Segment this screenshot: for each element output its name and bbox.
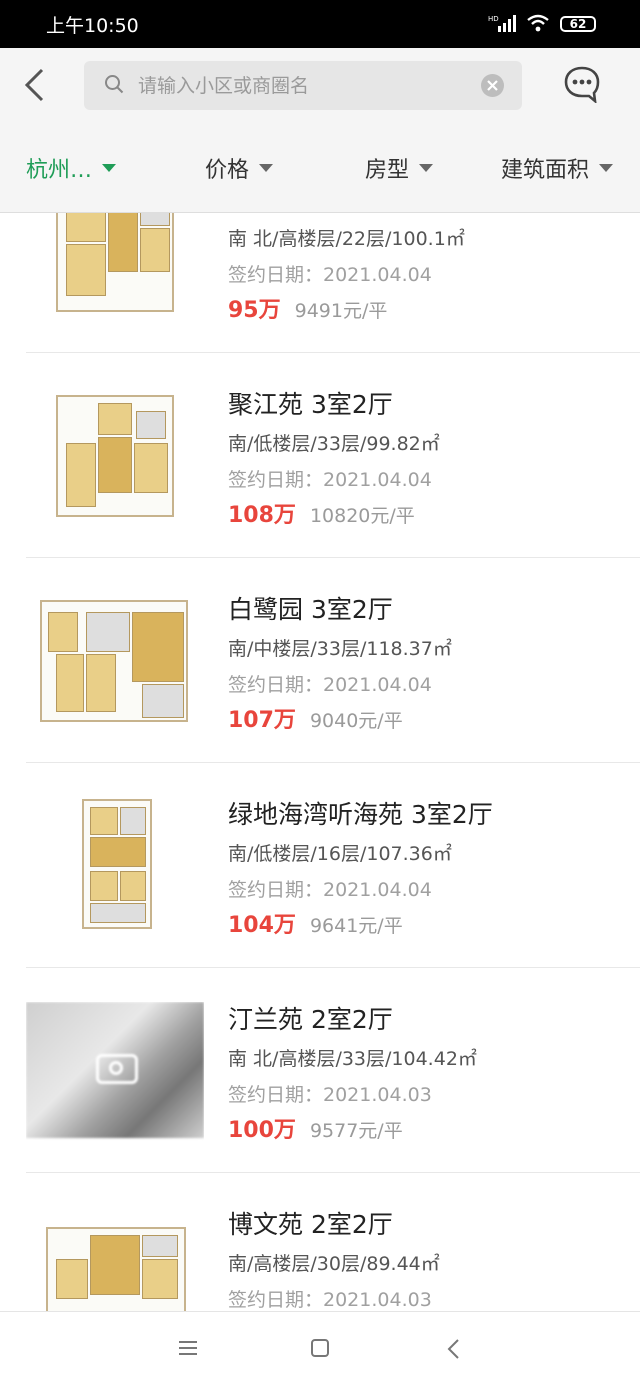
camera-icon [96,1054,138,1084]
caret-down-icon [599,164,614,172]
listing-date: 签约日期：2021.04.04 [228,469,432,491]
listing-info: 南 北/高楼层/22层/100.1㎡ [228,228,465,250]
listing-info: 南/低楼层/16层/107.36㎡ [228,843,452,865]
floorplan-image [26,377,204,529]
unit-price: 10820元/平 [309,505,415,527]
unit-price: 9491元/平 [294,300,388,322]
listing-date: 签约日期：2021.04.03 [228,1084,432,1106]
listing-title: 汀兰苑 2室2厅 [228,1005,393,1034]
filter-label: 房型 [365,158,410,183]
listing-item[interactable]: 南 北/高楼层/22层/100.1㎡ 签约日期：2021.04.04 95万 94… [0,213,640,353]
floorplan-image [26,1197,204,1311]
listing-date: 签约日期：2021.04.04 [228,264,432,286]
unit-price: 9641元/平 [309,915,403,937]
total-price: 100万 [228,1118,296,1143]
listing-title: 聚江苑 3室2厅 [228,390,393,419]
listing-info: 南/中楼层/33层/118.37㎡ [228,638,452,660]
floorplan-image [26,213,204,324]
signal-icon: HD [488,14,516,35]
status-bar: 上午10:50 HD 62 [0,0,640,48]
battery-icon: 62 [560,16,596,32]
wifi-icon [526,14,550,35]
filter-layout[interactable]: 房型 [365,124,434,212]
caret-down-icon [259,164,274,172]
filter-price[interactable]: 价格 [205,124,274,212]
caret-down-icon [419,164,434,172]
top-bar [0,48,640,124]
back-arrow-icon[interactable] [22,66,46,104]
listing-title: 白鹭园 3室2厅 [228,595,393,624]
filter-label: 价格 [205,158,250,183]
filter-bar: 杭州… 价格 房型 建筑面积 [0,124,640,213]
listing-title: 博文苑 2室2厅 [228,1210,393,1239]
home-square-icon[interactable] [310,1338,330,1362]
listing-price: 108万 10820元/平 [228,497,415,529]
listing-info: 南/高楼层/30层/89.44㎡ [228,1253,440,1275]
listing-item[interactable]: 白鹭园 3室2厅 南/中楼层/33层/118.37㎡ 签约日期：2021.04.… [0,558,640,763]
listing-item[interactable]: 聚江苑 3室2厅 南/低楼层/33层/99.82㎡ 签约日期：2021.04.0… [0,353,640,558]
filter-city[interactable]: 杭州… [26,124,117,212]
listing-list: 南 北/高楼层/22层/100.1㎡ 签约日期：2021.04.04 95万 94… [0,213,640,1311]
search-input[interactable] [136,73,460,98]
svg-text:HD: HD [488,15,499,23]
total-price: 104万 [228,913,296,938]
listing-title: 绿地海湾听海苑 3室2厅 [228,800,493,829]
status-time: 上午10:50 [46,14,139,37]
listing-date: 签约日期：2021.04.03 [228,1289,432,1311]
unit-price: 9040元/平 [309,710,403,732]
caret-down-icon [102,164,117,172]
floorplan-image [26,582,204,734]
listing-date: 签约日期：2021.04.04 [228,674,432,696]
search-box[interactable] [84,61,522,110]
listing-item[interactable]: 汀兰苑 2室2厅 南 北/高楼层/33层/104.42㎡ 签约日期：2021.0… [0,968,640,1173]
listing-photo [26,1002,204,1154]
listing-date: 签约日期：2021.04.04 [228,879,432,901]
nav-back-icon[interactable] [446,1338,462,1364]
total-price: 108万 [228,503,296,528]
filter-area[interactable]: 建筑面积 [501,124,614,212]
search-icon [104,74,124,98]
listing-price: 100万 9577元/平 [228,1112,403,1144]
total-price: 95万 [228,298,281,323]
clear-icon[interactable] [481,74,504,97]
unit-price: 9577元/平 [309,1120,403,1142]
floorplan-image [26,787,204,939]
total-price: 107万 [228,708,296,733]
filter-label: 杭州… [26,158,93,183]
listing-item[interactable]: 博文苑 2室2厅 南/高楼层/30层/89.44㎡ 签约日期：2021.04.0… [0,1173,640,1311]
system-nav-bar [0,1311,640,1388]
listing-price: 95万 9491元/平 [228,292,387,324]
listing-price: 107万 9040元/平 [228,702,403,734]
filter-label: 建筑面积 [501,158,590,183]
listing-info: 南 北/高楼层/33层/104.42㎡ [228,1048,477,1070]
listing-item[interactable]: 绿地海湾听海苑 3室2厅 南/低楼层/16层/107.36㎡ 签约日期：2021… [0,763,640,968]
menu-icon[interactable] [178,1338,198,1362]
chat-bubble-icon[interactable] [563,65,601,105]
listing-info: 南/低楼层/33层/99.82㎡ [228,433,440,455]
listing-price: 104万 9641元/平 [228,907,403,939]
